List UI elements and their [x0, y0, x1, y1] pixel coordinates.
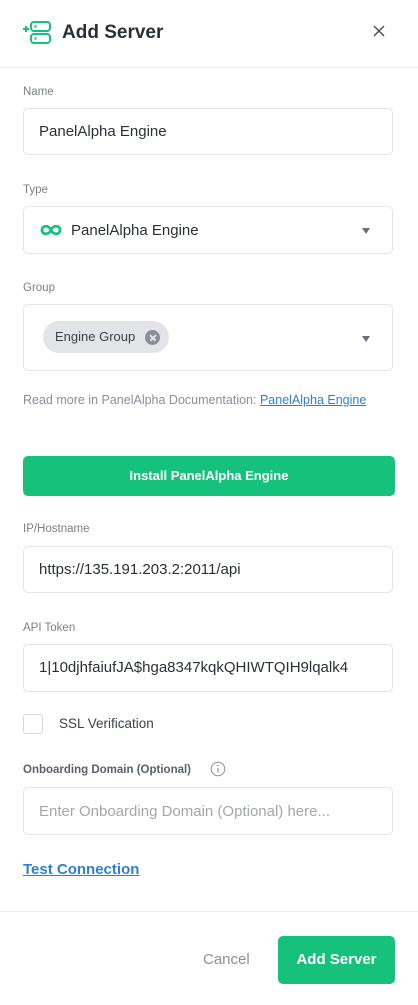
footer-divider [0, 911, 418, 912]
remove-chip-icon[interactable] [145, 330, 161, 345]
add-server-icon [23, 21, 51, 44]
group-label: Group [23, 282, 55, 294]
info-icon[interactable] [210, 761, 226, 777]
onboarding-domain-input[interactable]: Enter Onboarding Domain (Optional) here.… [23, 787, 393, 835]
close-icon[interactable] [368, 20, 390, 42]
documentation-note: Read more in PanelAlpha Documentation: P… [23, 388, 393, 412]
ssl-verification-checkbox[interactable] [23, 714, 43, 734]
api-token-input-value: 1|10djhfaiufJA$hga8347kqkQHIWTQIH9lqalk4 [39, 659, 349, 676]
modal-title: Add Server [62, 22, 164, 43]
name-label: Name [23, 86, 54, 98]
api-token-label: API Token [23, 622, 76, 634]
ssl-verification-label: SSL Verification [59, 716, 154, 731]
hostname-input[interactable]: https://135.191.203.2:2011/api [23, 546, 393, 593]
group-chip: Engine Group [43, 321, 170, 353]
install-engine-button[interactable]: Install PanelAlpha Engine [23, 456, 395, 496]
panelalpha-logo-icon [40, 224, 62, 236]
hostname-input-value: https://135.191.203.2:2011/api [39, 561, 241, 578]
add-server-button[interactable]: Add Server [278, 936, 395, 984]
name-input[interactable]: PanelAlpha Engine [23, 108, 393, 155]
name-input-value: PanelAlpha Engine [39, 123, 167, 140]
group-chip-label: Engine Group [55, 329, 136, 344]
chevron-down-icon [362, 336, 370, 342]
api-token-input[interactable]: 1|10djhfaiufJA$hga8347kqkQHIWTQIH9lqalk4 [23, 644, 393, 692]
onboarding-label: Onboarding Domain (Optional) [23, 764, 192, 776]
type-select[interactable]: PanelAlpha Engine [23, 206, 393, 254]
hostname-label: IP/Hostname [23, 523, 90, 535]
cancel-button[interactable]: Cancel [203, 950, 250, 970]
type-label: Type [23, 184, 48, 196]
test-connection-link[interactable]: Test Connection [23, 861, 139, 878]
documentation-link[interactable]: PanelAlpha Engine [260, 393, 366, 407]
type-select-value: PanelAlpha Engine [71, 222, 199, 239]
chevron-down-icon [362, 228, 370, 234]
modal-header: Add Server [0, 0, 418, 68]
documentation-text: Read more in PanelAlpha Documentation: [23, 393, 260, 407]
onboarding-domain-placeholder: Enter Onboarding Domain (Optional) here.… [39, 803, 330, 820]
group-select[interactable]: Engine Group [23, 304, 393, 371]
